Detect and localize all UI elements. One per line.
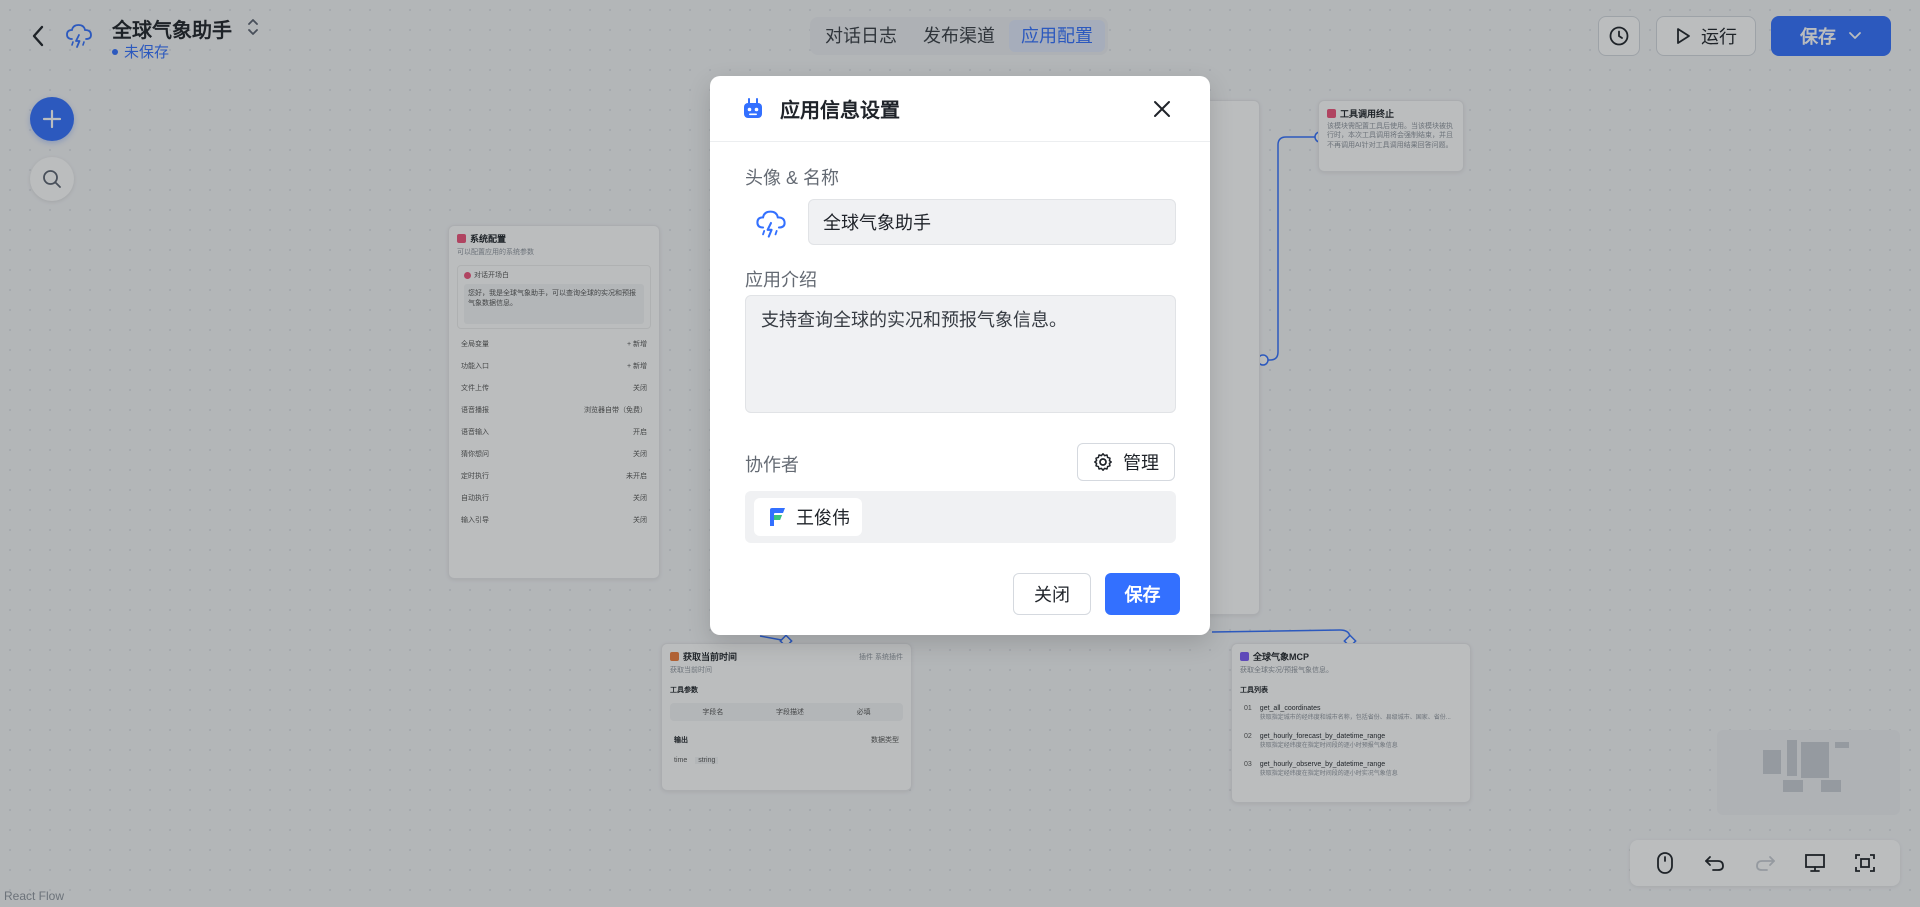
modal-title: 应用信息设置 xyxy=(780,100,900,122)
modal-header: 应用信息设置 xyxy=(710,76,1210,142)
manage-label: 管理 xyxy=(1123,453,1159,473)
save-button[interactable]: 保存 xyxy=(1105,573,1180,615)
app-avatar[interactable] xyxy=(750,202,792,244)
avatar-name-label: 头像 & 名称 xyxy=(745,168,840,188)
collaborator-name: 王俊伟 xyxy=(796,508,850,528)
collaborators-label: 协作者 xyxy=(745,455,799,475)
modal-close-button[interactable] xyxy=(1150,97,1174,121)
app-intro-textarea[interactable]: 支持查询全球的实况和预报气象信息。 xyxy=(745,295,1176,413)
user-avatar-icon xyxy=(770,508,785,526)
intro-label: 应用介绍 xyxy=(745,270,817,290)
manage-collaborators-button[interactable]: 管理 xyxy=(1077,443,1175,481)
app-info-modal: 应用信息设置 头像 & 名称 应用介绍 支持查询全球的实况和预报气象信息。 协作… xyxy=(710,76,1210,635)
collaborator-chip: 王俊伟 xyxy=(754,498,862,536)
close-button[interactable]: 关闭 xyxy=(1013,573,1091,615)
robot-icon xyxy=(744,97,762,118)
gear-icon xyxy=(1094,453,1112,471)
weather-cloud-icon xyxy=(756,210,786,238)
collaborator-list: 王俊伟 xyxy=(745,491,1176,543)
app-name-input[interactable] xyxy=(808,199,1176,245)
close-icon xyxy=(1154,101,1170,117)
